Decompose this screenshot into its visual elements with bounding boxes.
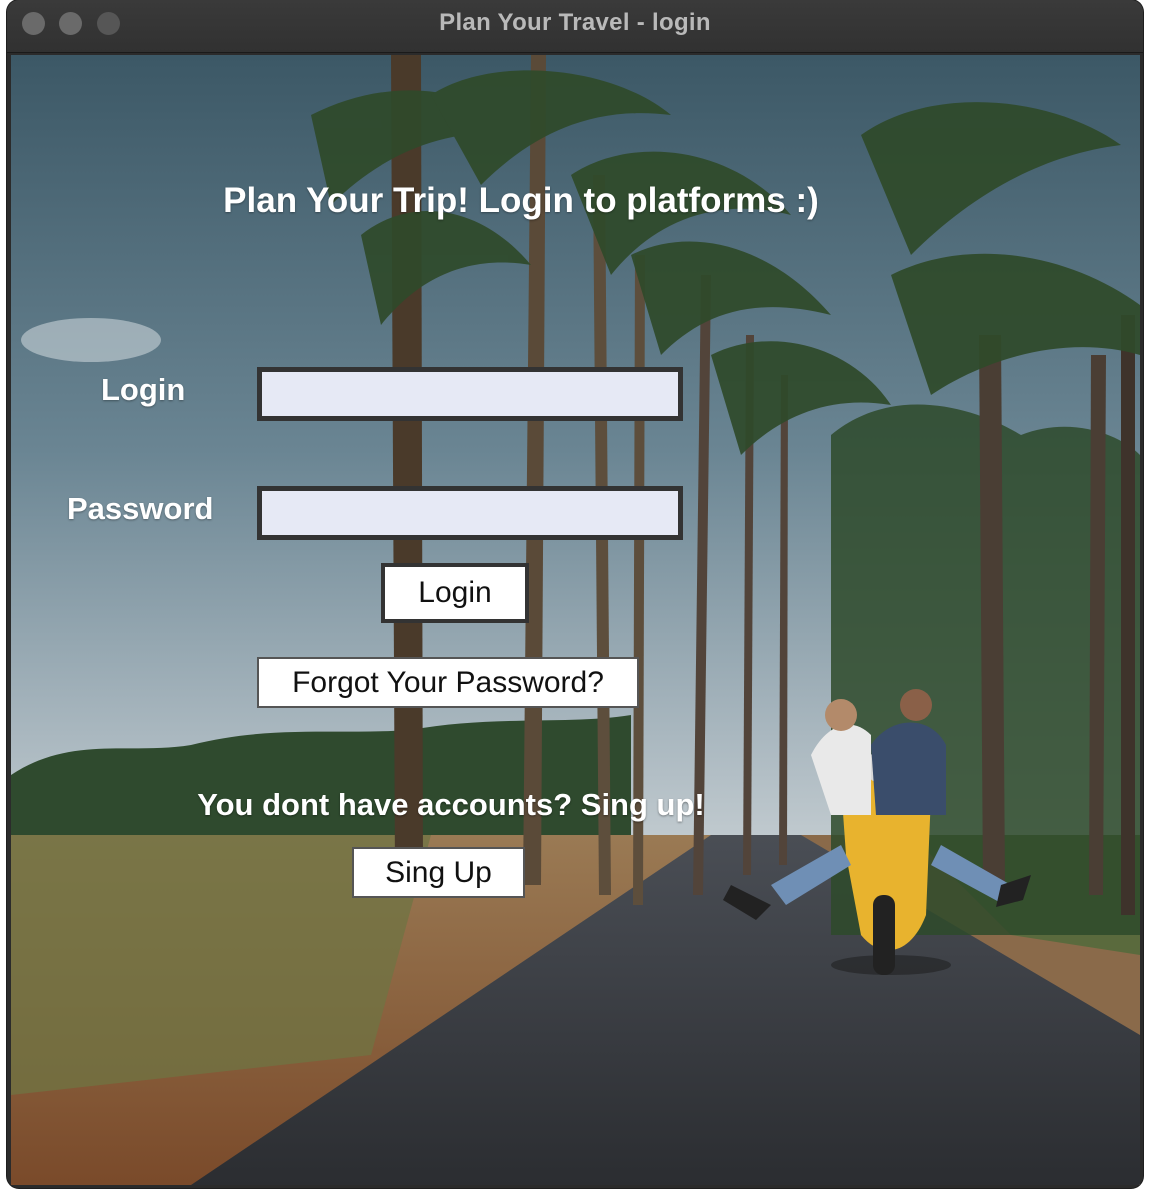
login-input[interactable]	[257, 367, 683, 421]
background-photo	[11, 55, 1140, 1185]
app-window: Plan Your Travel - login Plan Your Trip!…	[7, 0, 1143, 1188]
window-title: Plan Your Travel - login	[439, 9, 711, 36]
login-label: Login	[101, 372, 186, 407]
page-heading: Plan Your Trip! Login to platforms :)	[223, 181, 819, 220]
login-panel: Plan Your Trip! Login to platforms :) Lo…	[11, 55, 1140, 1185]
forgot-password-button[interactable]: Forgot Your Password?	[257, 657, 639, 708]
title-bar[interactable]: Plan Your Travel - login	[7, 0, 1143, 53]
signup-prompt: You dont have accounts? Sing up!	[197, 787, 705, 822]
signup-button[interactable]: Sing Up	[352, 847, 525, 898]
password-label: Password	[67, 491, 214, 526]
password-input[interactable]	[257, 486, 683, 540]
login-button[interactable]: Login	[381, 563, 529, 623]
